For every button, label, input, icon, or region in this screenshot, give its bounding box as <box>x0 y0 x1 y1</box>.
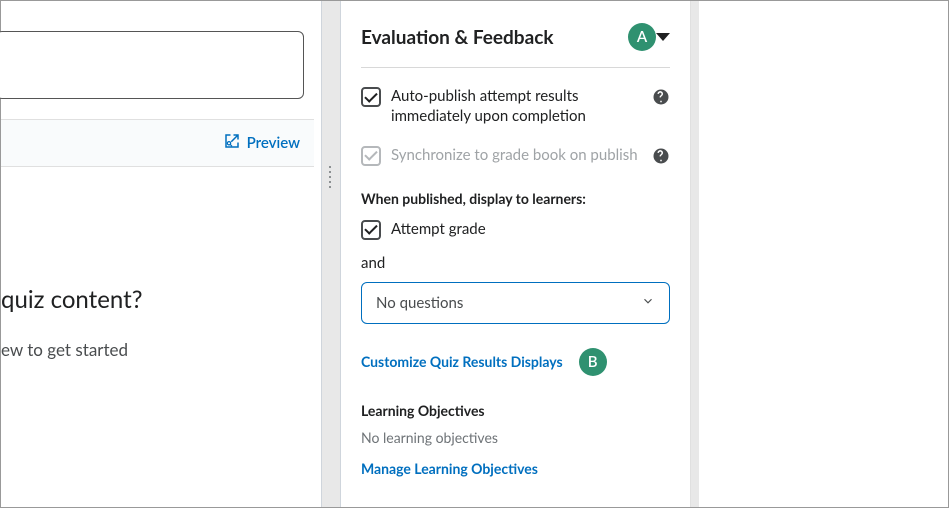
preview-icon <box>223 132 241 154</box>
questions-display-select[interactable]: No questions <box>361 282 670 324</box>
sync-label: Synchronize to grade book on publish <box>391 145 642 165</box>
pane-divider[interactable] <box>321 1 341 507</box>
panel-header[interactable]: Evaluation & Feedback A <box>361 23 670 68</box>
learning-objectives-heading: Learning Objectives <box>361 402 670 419</box>
left-pane: Preview quiz content? ew to get started <box>1 1 321 507</box>
attempt-grade-row: Attempt grade <box>361 219 670 240</box>
manage-objectives-link[interactable]: Manage Learning Objectives <box>361 460 538 477</box>
sync-checkbox <box>361 146 381 166</box>
text-input-box[interactable] <box>0 31 304 99</box>
chevron-down-icon[interactable] <box>656 33 670 41</box>
attempt-grade-label: Attempt grade <box>391 219 670 239</box>
select-value: No questions <box>376 294 641 312</box>
panel-title: Evaluation & Feedback <box>361 26 620 49</box>
help-icon[interactable] <box>652 147 670 165</box>
right-edge-strip <box>691 1 699 507</box>
annotation-badge-b: B <box>579 348 607 376</box>
no-objectives-text: No learning objectives <box>361 429 670 446</box>
auto-publish-row: Auto-publish attempt results immediately… <box>361 86 670 127</box>
attempt-grade-checkbox[interactable] <box>361 220 381 240</box>
auto-publish-label: Auto-publish attempt results immediately… <box>391 86 642 127</box>
annotation-badge-a: A <box>628 23 656 51</box>
content-heading: quiz content? <box>1 285 142 314</box>
content-sub: ew to get started <box>1 339 128 360</box>
sync-row: Synchronize to grade book on publish <box>361 145 670 166</box>
help-icon[interactable] <box>652 88 670 106</box>
preview-button[interactable]: Preview <box>223 132 300 154</box>
drag-grip-icon <box>329 166 333 188</box>
preview-bar: Preview <box>1 119 314 167</box>
display-heading: When published, display to learners: <box>361 190 670 207</box>
customize-results-row: Customize Quiz Results Displays B <box>361 348 670 376</box>
auto-publish-checkbox[interactable] <box>361 87 381 107</box>
customize-results-link[interactable]: Customize Quiz Results Displays <box>361 353 563 370</box>
preview-label: Preview <box>247 134 300 152</box>
chevron-down-icon <box>641 293 655 312</box>
and-label: and <box>361 254 670 272</box>
evaluation-feedback-panel: Evaluation & Feedback A Auto-publish att… <box>341 1 691 507</box>
